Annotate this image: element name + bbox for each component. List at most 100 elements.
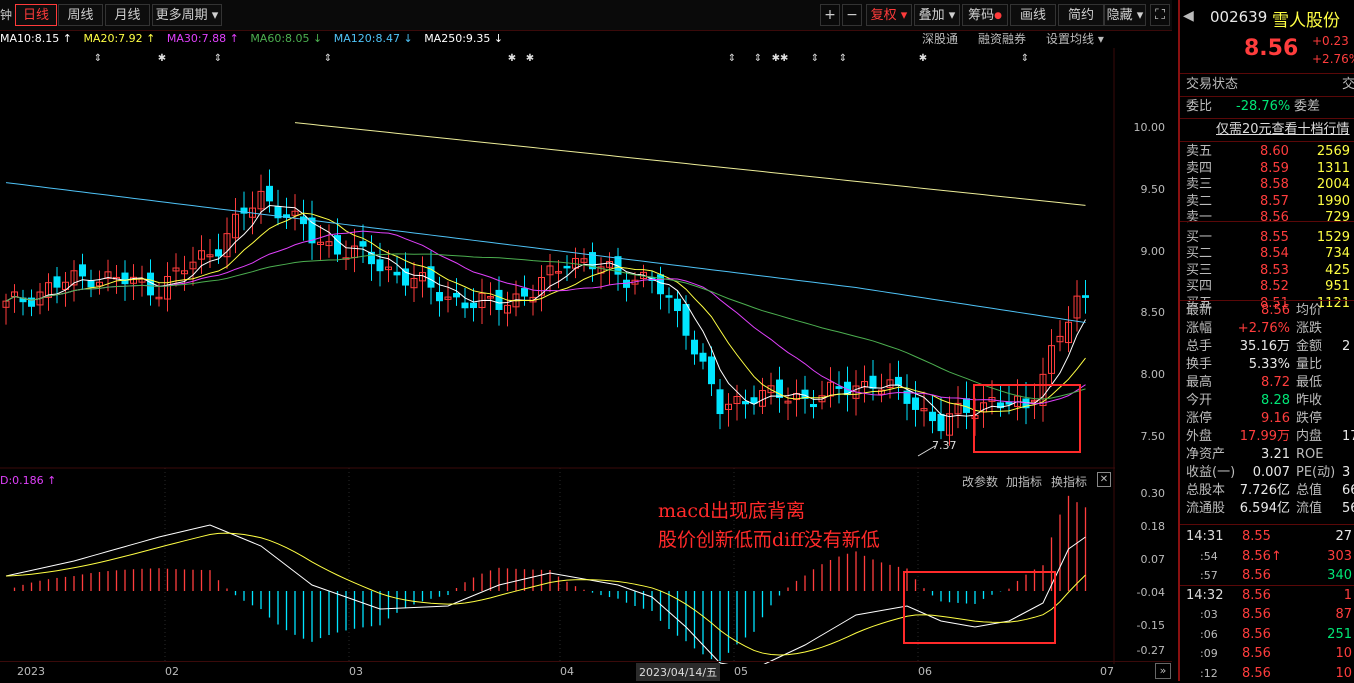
tick-volume: 340 [1327, 568, 1352, 583]
fullscreen-icon[interactable]: ⛶ [1150, 4, 1170, 26]
ask-volume: 729 [1325, 210, 1350, 225]
tick-volume: 1 [1343, 587, 1352, 603]
candle-body [912, 397, 919, 410]
candlesticks [2, 169, 1089, 446]
ma250-line [294, 122, 1086, 206]
quote-panel: ◀ 002639 雪人股份 8.56 +0.23 +2.76% 交易状态 交 委… [1178, 0, 1354, 681]
tick-volume: 303 [1327, 548, 1352, 564]
adjust-dropdown[interactable]: 复权 ▾ [866, 4, 912, 26]
chip-button[interactable]: 筹码● [962, 4, 1008, 26]
candle-body [470, 302, 477, 309]
event-marker-icon: ⇕ [839, 53, 847, 64]
candle-body [121, 272, 129, 285]
stat-label: 涨停 [1186, 411, 1213, 426]
ma250-label: MA250:9.35 ↓ [424, 32, 504, 45]
candle-body [835, 386, 843, 389]
event-marker-icon: ⇕ [811, 53, 819, 64]
tick-volume: 87 [1335, 607, 1352, 622]
date-label: 02 [165, 665, 179, 678]
ask-volume: 2004 [1316, 177, 1350, 192]
candle-body [376, 259, 384, 272]
edit-params-link[interactable]: 改参数 [962, 473, 998, 490]
prev-stock-icon[interactable]: ◀ [1183, 8, 1194, 24]
candle-body [563, 265, 571, 269]
ask-price: 8.58 [1260, 177, 1289, 192]
zoom-out-button[interactable]: − [842, 4, 862, 26]
price-tick: 9.00 [1140, 245, 1166, 258]
stat-label-2: 均价 [1296, 303, 1323, 318]
candle-body [300, 216, 307, 225]
ma20-line [5, 230, 1086, 405]
status-partial: 交 [1342, 77, 1354, 92]
tab-monthly[interactable]: 月线 [105, 4, 150, 26]
stat-value-2: 56 [1342, 501, 1354, 516]
candle-body [869, 375, 877, 389]
stat-value: 9.16 [1261, 411, 1290, 426]
notify-dot-icon: ● [994, 11, 1002, 21]
stat-value: 7.726亿 [1239, 483, 1290, 498]
stat-label: 外盘 [1186, 429, 1213, 444]
stat-label-2: 金额 [1296, 339, 1323, 354]
date-label: 07 [1100, 665, 1114, 678]
price-tick: 9.50 [1140, 183, 1166, 196]
candle-body [393, 271, 401, 276]
stat-label: 换手 [1186, 357, 1213, 372]
weibi-value: -28.76% [1236, 99, 1291, 114]
zoom-in-button[interactable]: + [820, 4, 840, 26]
tick-time: :57 [1200, 569, 1218, 582]
bid-price: 8.55 [1260, 229, 1289, 245]
level10-promo-link[interactable]: 仅需20元查看十档行情 [1216, 121, 1350, 139]
tick-price: 8.56 [1242, 607, 1271, 622]
stat-label-2: 内盘 [1296, 429, 1323, 444]
simple-button[interactable]: 简约 [1058, 4, 1104, 26]
tick-price: 8.56↑ [1242, 548, 1282, 564]
annotation-line2: 股价创新低而diff没有新低 [658, 529, 880, 551]
event-marker-icon: ⇕ [754, 53, 762, 64]
event-markers: ⇕ ✱ ⇕ ⇕ ✱ ✱ ⇕ ⇕ ✱✱ ⇕ ⇕ ✱ ⇕ [94, 53, 1029, 64]
candle-body [308, 217, 316, 244]
stat-value: 0.007 [1252, 465, 1290, 480]
draw-line-button[interactable]: 画线 [1010, 4, 1056, 26]
kline-chart[interactable]: ⇕ ✱ ⇕ ⇕ ✱ ✱ ⇕ ⇕ ✱✱ ⇕ ⇕ ✱ ⇕ [0, 48, 1172, 664]
ma120-label: MA120:8.47 ↓ [333, 32, 413, 45]
add-indicator-link[interactable]: 加指标 [1006, 473, 1042, 490]
tick-volume: 251 [1327, 626, 1352, 642]
close-icon[interactable]: ✕ [1097, 472, 1111, 487]
ma-settings-dropdown[interactable]: 设置均线 ▾ [1046, 30, 1104, 48]
overlay-dropdown[interactable]: 叠加 ▾ [914, 4, 960, 26]
hk-connect-link[interactable]: 深股通 [922, 30, 958, 48]
macd-tick: -0.27 [1136, 644, 1165, 657]
candle-body [521, 288, 528, 297]
event-marker-icon: ⇕ [1021, 53, 1029, 64]
macd-header: D:0.186 ↑ 改参数 加指标 换指标 ✕ [0, 472, 1115, 490]
tick-price: 8.56 [1242, 646, 1271, 661]
ask-price: 8.57 [1260, 193, 1289, 209]
price-tick: 8.00 [1140, 368, 1166, 381]
date-label: 2023 [17, 665, 45, 678]
stat-value: 17.99万 [1239, 429, 1290, 444]
ma10-line [5, 212, 1086, 413]
candle-body [1082, 295, 1089, 298]
more-periods-dropdown[interactable]: 更多周期 ▾ [152, 4, 222, 26]
stat-label: 最高 [1186, 375, 1213, 390]
tab-daily[interactable]: 日线 [15, 4, 57, 26]
tick-volume: 27 [1335, 529, 1352, 544]
hide-dropdown[interactable]: 隐藏 ▾ [1104, 4, 1146, 26]
candle-body [427, 266, 435, 288]
margin-trading-link[interactable]: 融资融券 [978, 30, 1026, 48]
candle-body [79, 264, 86, 277]
switch-indicator-link[interactable]: 换指标 [1051, 473, 1087, 490]
candle-body [699, 352, 707, 362]
candle-body [708, 356, 715, 385]
period-toolbar: 钟 日线 周线 月线 更多周期 ▾ + − 复权 ▾ 叠加 ▾ 筹码● 画线 简… [0, 0, 1172, 31]
candle-body [674, 298, 681, 312]
stat-label-2: 昨收 [1296, 393, 1323, 408]
tick-volume: 10 [1335, 665, 1352, 681]
stat-label: 今开 [1186, 393, 1213, 408]
candle-body [810, 404, 817, 408]
tick-time: 14:32 [1186, 587, 1224, 603]
tick-volume: 10 [1335, 646, 1352, 661]
tab-weekly[interactable]: 周线 [58, 4, 103, 26]
macd-tick: -0.04 [1136, 586, 1165, 599]
scroll-right-button[interactable]: » [1155, 663, 1171, 679]
